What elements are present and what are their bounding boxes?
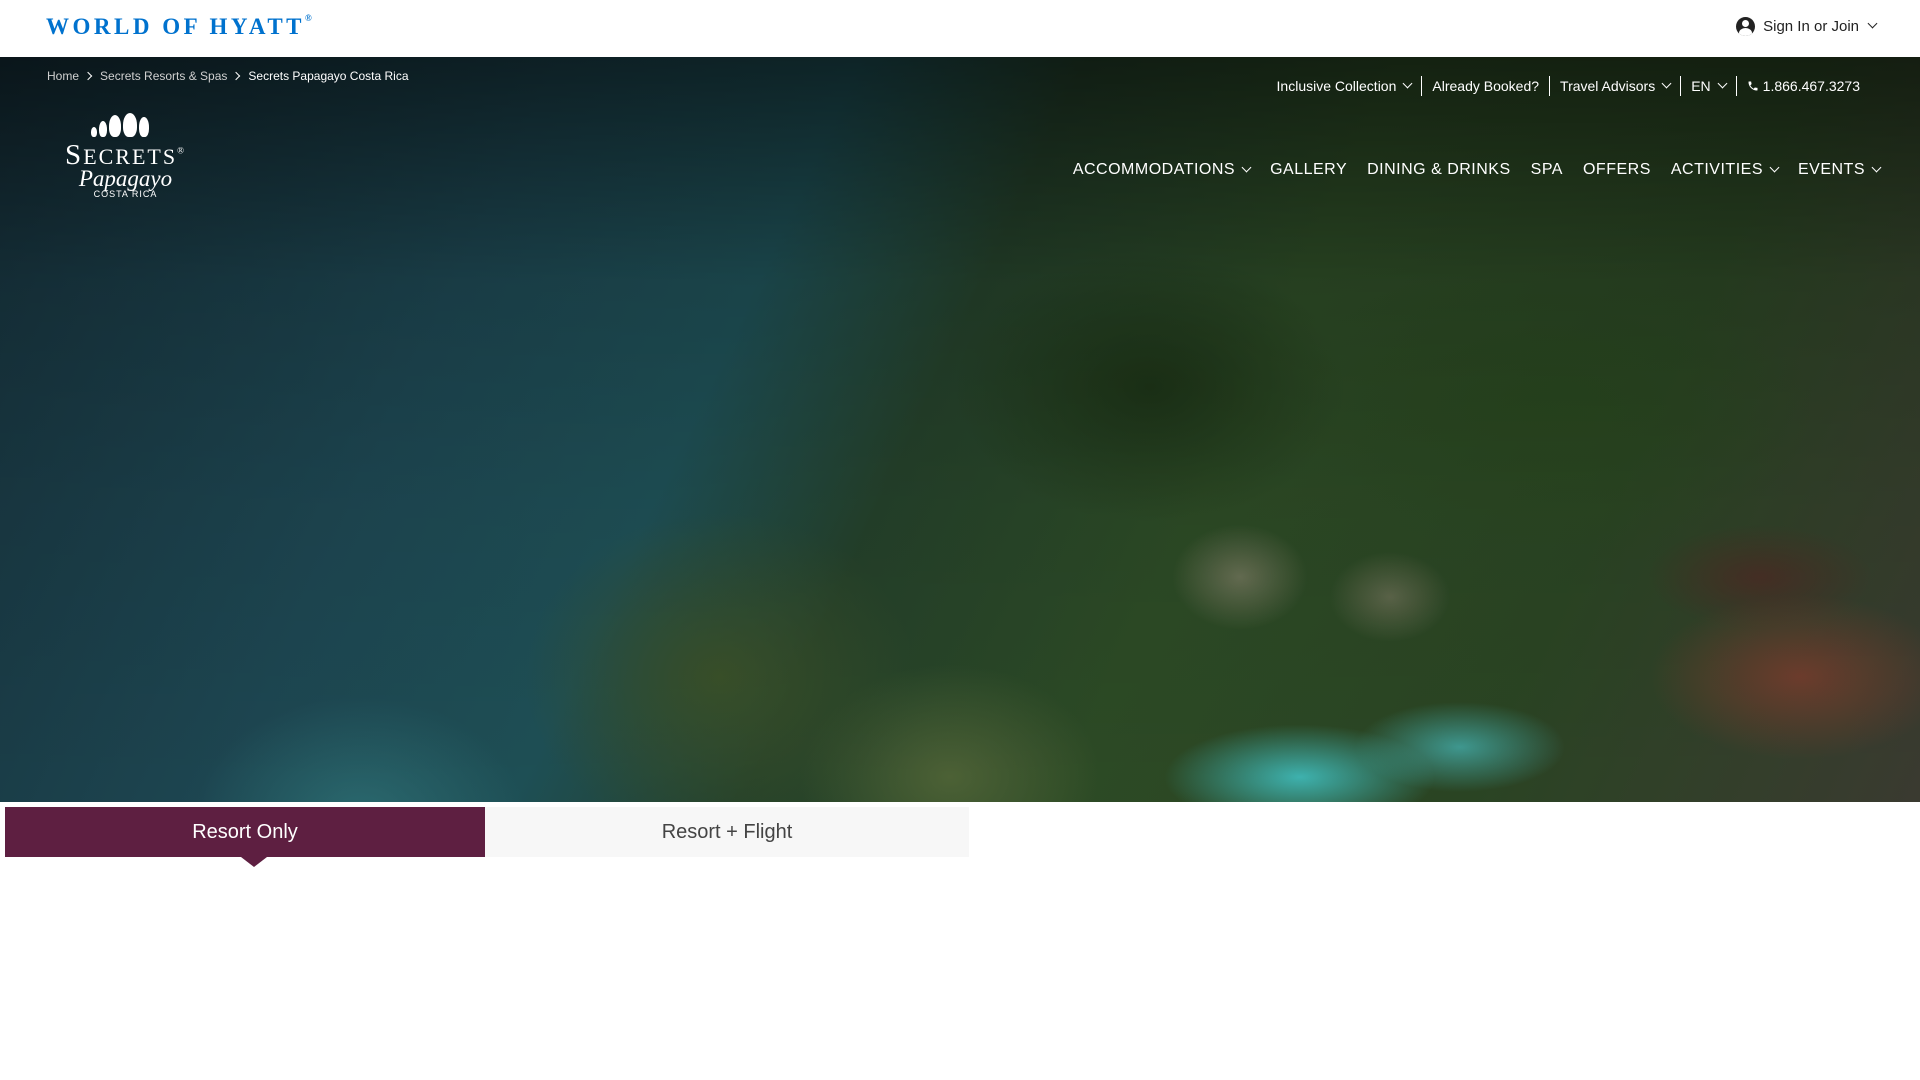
sign-in-button[interactable]: Sign In or Join <box>1736 17 1878 36</box>
tab-resort-flight-label: Resort + Flight <box>661 820 793 843</box>
nav-spa[interactable]: SPA <box>1531 161 1563 179</box>
language-selector[interactable]: EN <box>1681 78 1735 94</box>
nav-gallery[interactable]: GALLERY <box>1270 161 1347 179</box>
tab-resort-flight[interactable]: Resort + Flight <box>485 807 969 857</box>
breadcrumb-secrets[interactable]: Secrets Resorts & Spas <box>100 69 227 83</box>
utility-nav: Inclusive Collection Already Booked? Tra… <box>1267 76 1870 96</box>
nav-events[interactable]: EVENTS <box>1798 161 1882 179</box>
chevron-down-icon <box>1717 78 1728 88</box>
inclusive-collection-label: Inclusive Collection <box>1276 78 1397 94</box>
chevron-down-icon <box>1402 78 1413 88</box>
secrets-papagayo-logo[interactable]: SECRETS® Papagayo COSTA RICA <box>38 111 213 199</box>
phone-number: 1.866.467.3273 <box>1762 78 1860 94</box>
nav-offers[interactable]: OFFERS <box>1583 161 1651 179</box>
chevron-right-icon <box>232 71 241 81</box>
language-label: EN <box>1691 78 1711 94</box>
tab-resort-only[interactable]: Resort Only <box>5 807 485 867</box>
nav-accommodations[interactable]: ACCOMMODATIONS <box>1073 161 1252 179</box>
travel-advisors-menu[interactable]: Travel Advisors <box>1550 78 1680 94</box>
user-icon <box>1736 17 1756 36</box>
breadcrumb: Home Secrets Resorts & Spas Secrets Papa… <box>47 69 409 83</box>
already-booked-link[interactable]: Already Booked? <box>1422 78 1549 94</box>
shell-icon <box>26 111 213 137</box>
travel-advisors-label: Travel Advisors <box>1560 78 1656 94</box>
main-nav: ACCOMMODATIONS GALLERY DINING & DRINKS S… <box>1053 161 1882 179</box>
already-booked-label: Already Booked? <box>1432 78 1540 94</box>
chevron-down-icon <box>1769 162 1780 172</box>
chevron-down-icon <box>1867 18 1878 29</box>
logo-location: COSTA RICA <box>93 189 158 199</box>
chevron-down-icon <box>1871 162 1882 172</box>
chevron-down-icon <box>1661 78 1672 88</box>
nav-activities[interactable]: ACTIVITIES <box>1671 161 1780 179</box>
inclusive-collection-menu[interactable]: Inclusive Collection <box>1267 78 1422 94</box>
nav-dining-drinks[interactable]: DINING & DRINKS <box>1367 161 1511 179</box>
chevron-right-icon <box>83 71 93 81</box>
chevron-down-icon <box>1241 162 1252 172</box>
hero-overlay: Home Secrets Resorts & Spas Secrets Papa… <box>0 57 1920 227</box>
top-bar: WORLD OF HYATT® Sign In or Join <box>0 0 1920 57</box>
phone-link[interactable]: 1.866.467.3273 <box>1737 78 1870 94</box>
breadcrumb-home[interactable]: Home <box>47 69 79 83</box>
tab-resort-only-label: Resort Only <box>192 820 298 843</box>
phone-icon <box>1748 81 1758 91</box>
sign-in-label: Sign In or Join <box>1763 18 1859 35</box>
world-of-hyatt-logo[interactable]: WORLD OF HYATT® <box>46 13 312 40</box>
booking-tabs: Resort Only Resort + Flight <box>5 807 969 867</box>
breadcrumb-current: Secrets Papagayo Costa Rica <box>248 69 409 83</box>
